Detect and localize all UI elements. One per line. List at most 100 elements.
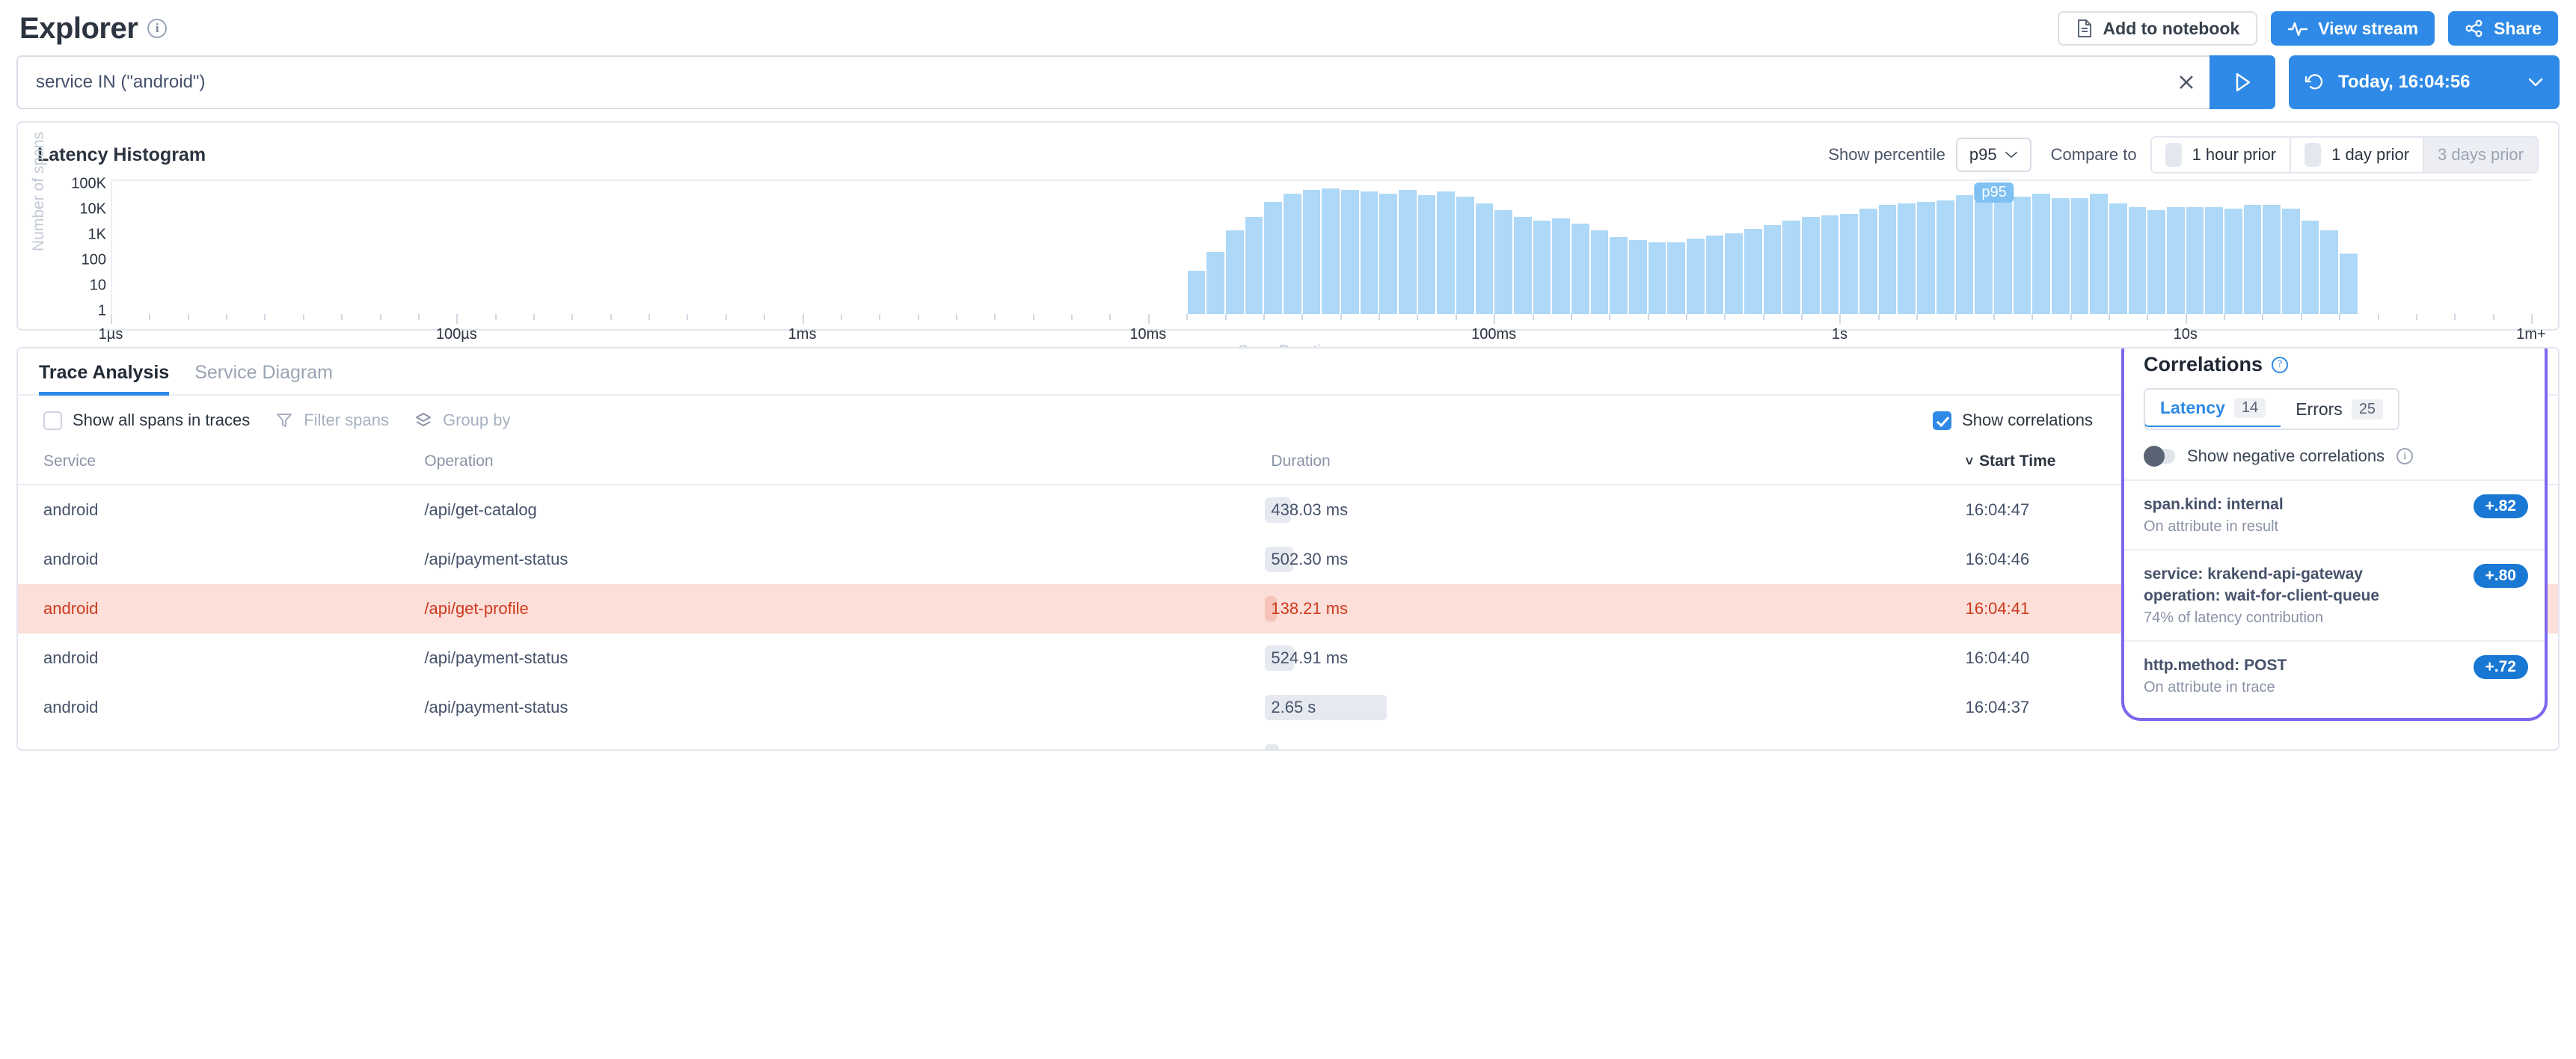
sort-desc-icon: ˅	[1966, 454, 1974, 469]
histogram-bar	[2320, 230, 2338, 314]
histogram-bar	[1821, 215, 1839, 314]
histogram-bar	[1533, 221, 1551, 314]
histogram-bar	[1591, 230, 1609, 314]
view-stream-button[interactable]: View stream	[2271, 11, 2435, 46]
tab-service-diagram[interactable]: Service Diagram	[194, 362, 333, 394]
cell-duration: 438.03 ms	[1271, 485, 1965, 535]
correlation-item-subtitle: On attribute in trace	[2144, 679, 2463, 696]
histogram-bar	[1494, 210, 1512, 314]
x-axis-tick-mark	[879, 314, 880, 320]
x-axis-tick-mark	[303, 314, 304, 320]
compare-1-day-prior-button[interactable]: 1 day prior	[2291, 138, 2424, 172]
histogram-title: Latency Histogram	[37, 144, 206, 166]
p95-marker: p95	[1974, 182, 2014, 203]
column-header-service[interactable]: Service	[18, 442, 424, 485]
correlation-item[interactable]: http.method: POSTOn attribute in trace+.…	[2124, 640, 2545, 710]
show-percentile-label: Show percentile	[1828, 145, 1945, 165]
compare-1-hour-label: 1 hour prior	[2192, 145, 2277, 165]
x-axis-tick-mark	[956, 314, 957, 320]
segment-errors-label: Errors	[2296, 399, 2343, 420]
compare-3-days-prior-button[interactable]: 3 days prior	[2424, 138, 2537, 172]
cell-service: android	[18, 584, 424, 633]
checkbox-box	[43, 411, 62, 430]
x-axis-tick-label: 100ms	[1471, 326, 1516, 343]
histogram-bar	[1303, 190, 1321, 314]
histogram-bar	[1341, 190, 1359, 314]
segment-errors[interactable]: Errors 25	[2281, 390, 2398, 429]
y-axis-tick: 10K	[79, 201, 106, 218]
histogram-bar	[2244, 205, 2262, 314]
tab-trace-analysis[interactable]: Trace Analysis	[39, 362, 169, 394]
histogram-bar	[1571, 224, 1589, 314]
percentile-select[interactable]: p95	[1956, 138, 2031, 172]
x-axis-tick-mark	[1033, 314, 1034, 320]
cell-service: android	[18, 535, 424, 584]
column-header-duration[interactable]: Duration	[1271, 442, 1965, 485]
share-button[interactable]: Share	[2448, 11, 2558, 46]
y-axis: 100K10K1K100101	[48, 179, 106, 314]
x-axis-tick-label: 100µs	[436, 326, 477, 343]
x-axis-tick-mark	[2454, 314, 2456, 320]
histogram-bar	[1744, 229, 1762, 314]
histogram-bar	[2071, 198, 2089, 314]
histogram-bar	[2052, 198, 2070, 314]
column-header-operation[interactable]: Operation	[424, 442, 1271, 485]
filter-spans-button[interactable]: Filter spans	[275, 411, 389, 430]
correlation-item[interactable]: span.kind: internalOn attribute in resul…	[2124, 479, 2545, 549]
add-to-notebook-label: Add to notebook	[2103, 19, 2240, 39]
query-input[interactable]: service IN ("android")	[16, 55, 2163, 109]
x-axis-tick-mark	[1533, 314, 1534, 320]
x-axis-tick-mark	[1878, 314, 1880, 320]
show-all-spans-checkbox[interactable]: Show all spans in traces	[43, 411, 250, 430]
histogram-bar	[1437, 191, 1455, 314]
segment-latency[interactable]: Latency 14	[2144, 388, 2282, 427]
run-query-button[interactable]	[2209, 55, 2275, 109]
show-correlations-label: Show correlations	[1962, 411, 2093, 430]
correlation-item[interactable]: service: krakend-api-gatewayoperation: w…	[2124, 549, 2545, 640]
view-stream-label: View stream	[2318, 19, 2418, 39]
histogram-header: Latency Histogram Show percentile p95 Co…	[18, 123, 2558, 179]
histogram-bar	[1667, 242, 1685, 314]
correlations-list: span.kind: internalOn attribute in resul…	[2124, 479, 2545, 710]
histogram-bar	[1782, 221, 1800, 314]
cell-duration: 502.30 ms	[1271, 535, 1965, 584]
x-axis-tick-mark	[226, 314, 227, 320]
histogram-bar	[2282, 209, 2300, 314]
compare-1-hour-prior-button[interactable]: 1 hour prior	[2152, 138, 2292, 172]
x-axis-tick-mark	[1686, 314, 1687, 320]
histogram-body: Number of spans 100K10K1K100101 p95 1µs1…	[18, 179, 2558, 329]
x-axis-tick-mark	[495, 314, 497, 320]
info-icon[interactable]: i	[147, 19, 167, 38]
x-axis-tick-label: 1ms	[788, 326, 817, 343]
correlation-item-body: service: krakend-api-gatewayoperation: w…	[2144, 564, 2463, 627]
histogram-bar	[1245, 217, 1263, 314]
compare-to-label: Compare to	[2051, 145, 2137, 165]
correlation-item-line: http.method: POST	[2144, 655, 2463, 676]
clear-query-button[interactable]	[2163, 55, 2209, 109]
correlation-item-subtitle: 74% of latency contribution	[2144, 610, 2463, 627]
swatch-1-day	[2304, 143, 2321, 167]
histogram-bar	[2301, 221, 2319, 314]
x-axis-tick-mark	[1916, 314, 1918, 320]
time-range-picker[interactable]: Today, 16:04:56	[2289, 55, 2560, 109]
show-negative-correlations-toggle[interactable]	[2144, 449, 2175, 464]
x-axis-tick-mark	[1724, 314, 1726, 320]
histogram-bars	[112, 181, 2531, 314]
add-to-notebook-button[interactable]: Add to notebook	[2058, 11, 2258, 46]
histogram-plot[interactable]: p95	[111, 179, 2531, 314]
question-icon[interactable]: ?	[2272, 357, 2288, 373]
x-axis-tick-label: 1s	[1832, 326, 1847, 343]
compare-1-day-label: 1 day prior	[2331, 145, 2409, 165]
cell-service: android	[18, 683, 424, 732]
x-axis-tick-mark	[2531, 314, 2533, 324]
group-by-button[interactable]: Group by	[414, 411, 511, 430]
share-label: Share	[2494, 19, 2542, 39]
x-axis-tick-mark	[264, 314, 266, 320]
histogram-bar	[1379, 194, 1397, 314]
table-row[interactable]: android/api/submit-payment181.60 ms16:04…	[18, 732, 2558, 751]
duration-value: 502.30 ms	[1271, 550, 1348, 568]
show-correlations-checkbox[interactable]: Show correlations	[1933, 411, 2093, 430]
info-icon[interactable]: i	[2396, 448, 2413, 464]
y-axis-tick: 1K	[88, 227, 106, 244]
histogram-bar	[1936, 200, 1954, 314]
